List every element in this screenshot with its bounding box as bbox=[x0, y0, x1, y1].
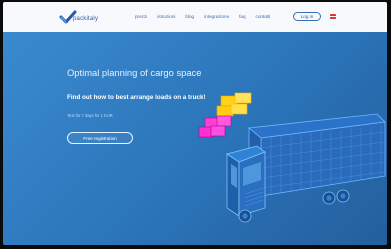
hero-section: Optimal planning of cargo space Find out… bbox=[3, 32, 387, 245]
nav-contatti[interactable]: contatti bbox=[256, 14, 271, 19]
website-screen: packitaly prezzi istruzioni blog integra… bbox=[3, 2, 387, 245]
cargo-boxes bbox=[198, 92, 252, 138]
site-header: packitaly prezzi istruzioni blog integra… bbox=[3, 2, 387, 32]
nav-integrazione[interactable]: integrazione bbox=[204, 14, 229, 19]
nav-istruzioni[interactable]: istruzioni bbox=[157, 14, 175, 19]
nav-prezzi[interactable]: prezzi bbox=[135, 14, 147, 19]
logo-text: packitaly bbox=[73, 16, 99, 22]
free-registration-label: Free registration bbox=[83, 136, 117, 141]
nav-faq[interactable]: faq bbox=[239, 14, 245, 19]
login-label: Log in bbox=[300, 14, 314, 19]
hero-title: Optimal planning of cargo space bbox=[67, 67, 202, 78]
top-navigation: prezzi istruzioni blog integrazione faq … bbox=[135, 14, 270, 19]
screen-frame: packitaly prezzi istruzioni blog integra… bbox=[0, 0, 391, 249]
login-button[interactable]: Log in bbox=[293, 12, 321, 21]
truck-illustration bbox=[198, 92, 386, 223]
truck-cab bbox=[226, 145, 266, 217]
site-logo[interactable]: packitaly bbox=[59, 10, 105, 26]
free-registration-button[interactable]: Free registration bbox=[67, 132, 133, 144]
truck-trailer bbox=[248, 113, 386, 197]
nav-blog[interactable]: blog bbox=[185, 14, 194, 19]
language-flag-icon[interactable] bbox=[330, 14, 336, 19]
trial-text: Test for 7 days for 1 EUR bbox=[67, 113, 113, 118]
